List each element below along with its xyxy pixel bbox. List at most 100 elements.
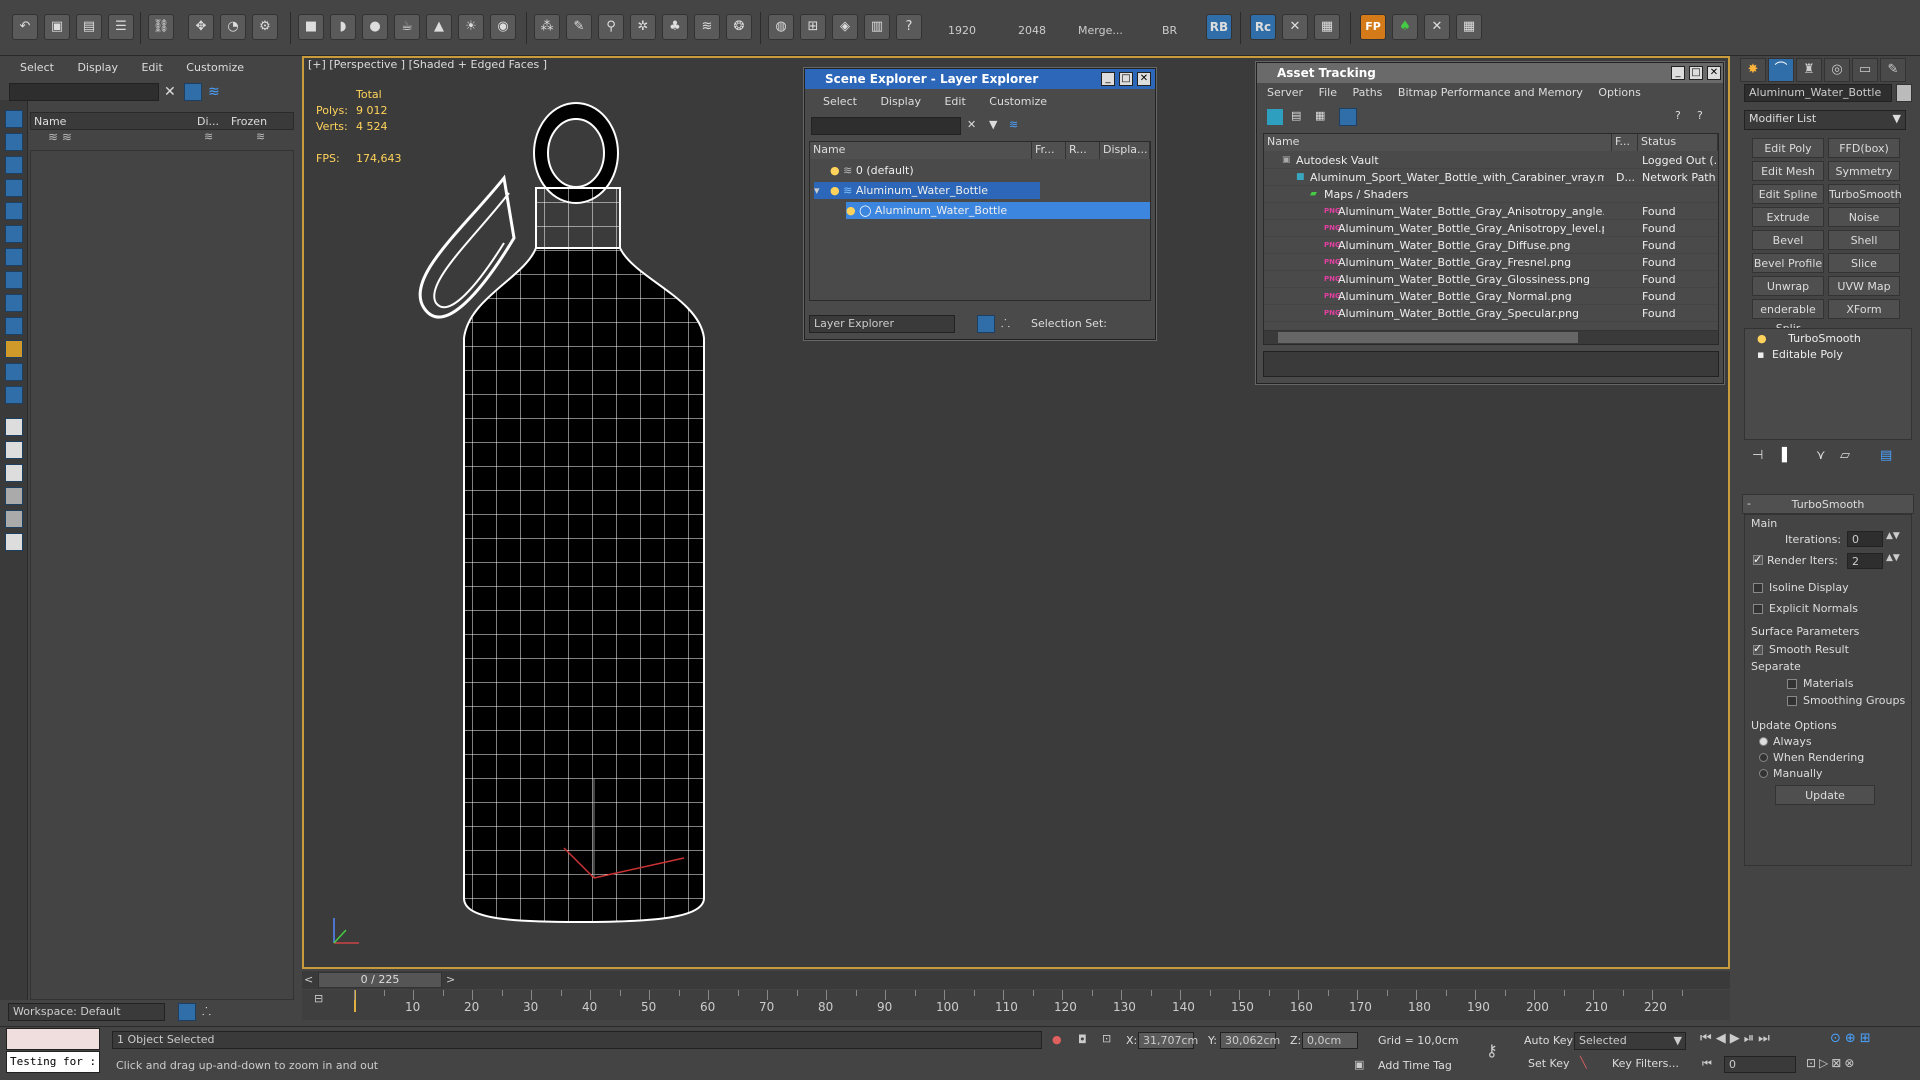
- prev-frame-icon[interactable]: <: [304, 973, 313, 986]
- thumb-view-icon[interactable]: ▦: [1315, 109, 1325, 122]
- asset-row[interactable]: ▰ Maps / Shaders: [1264, 186, 1718, 203]
- strip-light-icon[interactable]: [5, 271, 23, 289]
- se-filter-icon[interactable]: ▼: [989, 118, 997, 131]
- asset-row[interactable]: PNG Aluminum_Water_Bottle_Gray_Fresnel.pn…: [1264, 254, 1718, 271]
- always-radio[interactable]: [1759, 737, 1768, 746]
- utilities-tab-icon[interactable]: ✎: [1880, 58, 1906, 82]
- asset-row[interactable]: PNG Aluminum_Water_Bottle_Gray_Anisotropy…: [1264, 220, 1718, 237]
- lock-icon[interactable]: ◘: [1078, 1033, 1087, 1046]
- pin-stack-icon[interactable]: ⊣: [1752, 448, 1763, 463]
- maxscript-listener[interactable]: Testing for :: [6, 1051, 100, 1073]
- strip-hierarchy-icon[interactable]: [5, 179, 23, 197]
- bulb-icon[interactable]: ●: [846, 204, 856, 217]
- layer-manager-icon[interactable]: ☰: [108, 14, 134, 40]
- strip-layer-icon[interactable]: [5, 225, 23, 243]
- rc-button[interactable]: Rc: [1250, 14, 1276, 40]
- strip-sort-icon[interactable]: [5, 510, 23, 528]
- playback-controls[interactable]: ⏮◀▶⏯⏭: [1700, 1031, 1774, 1046]
- at-menu-file[interactable]: File: [1319, 86, 1337, 99]
- list-view-icon[interactable]: ▤: [1291, 109, 1301, 122]
- frame-indicator[interactable]: 0 / 225: [318, 972, 442, 988]
- layer-row-icon[interactable]: ≋ ≋: [48, 130, 72, 144]
- modifier-button[interactable]: Unwrap UVW: [1752, 276, 1824, 312]
- strip-page-icon[interactable]: [5, 441, 23, 459]
- br-button[interactable]: BR: [1162, 24, 1177, 37]
- se-col-display[interactable]: Displa...: [1100, 142, 1150, 159]
- x-coordinate-field[interactable]: 31,707cm: [1138, 1032, 1198, 1049]
- asset-row[interactable]: ■ Aluminum_Sport_Water_Bottle_with_Carabi…: [1264, 169, 1718, 186]
- se-menu-display[interactable]: Display: [880, 95, 921, 108]
- hemisphere-icon[interactable]: ◗: [330, 14, 356, 40]
- modifier-button[interactable]: XForm: [1828, 299, 1900, 319]
- manually-radio[interactable]: [1759, 769, 1768, 778]
- asset-tracking-window[interactable]: Asset Tracking _ □ ✕ Server File Paths B…: [1256, 62, 1724, 384]
- at-minimize-button[interactable]: _: [1671, 66, 1685, 80]
- strip-container-icon[interactable]: [5, 386, 23, 404]
- iterations-spinner[interactable]: 0: [1847, 531, 1883, 547]
- se-col-frozen[interactable]: Fr...: [1032, 142, 1066, 159]
- merge-button[interactable]: Merge...: [1078, 24, 1123, 37]
- close-button[interactable]: ✕: [1137, 72, 1151, 86]
- strip-xref-icon[interactable]: [5, 363, 23, 381]
- time-tag-icon[interactable]: ▣: [1354, 1058, 1364, 1071]
- box-icon[interactable]: ■: [298, 14, 324, 40]
- asset-row[interactable]: PNG Aluminum_Water_Bottle_Gray_Diffuse.pn…: [1264, 237, 1718, 254]
- display-layer-icon[interactable]: ≋: [204, 130, 213, 143]
- at-menu-server[interactable]: Server: [1267, 86, 1303, 99]
- key-icon[interactable]: ⚷: [1486, 1041, 1498, 1060]
- light-icon[interactable]: ☀: [458, 14, 484, 40]
- modifier-button[interactable]: UVW Map: [1828, 276, 1900, 296]
- tools-icon[interactable]: ✕: [1282, 14, 1308, 40]
- layer-explorer-dropdown[interactable]: Layer Explorer: [809, 315, 955, 333]
- strip-space-icon[interactable]: [5, 317, 23, 335]
- undo-icon[interactable]: ↶: [12, 14, 38, 40]
- modifier-button[interactable]: Symmetry: [1828, 161, 1900, 181]
- modifier-list-dropdown[interactable]: Modifier List ▼: [1744, 110, 1906, 130]
- smoothing-groups-checkbox[interactable]: [1787, 696, 1797, 706]
- asset-row[interactable]: PNG Aluminum_Water_Bottle_Gray_Normal.png…: [1264, 288, 1718, 305]
- se-layers-icon[interactable]: ≋: [1009, 118, 1018, 131]
- when-rendering-radio[interactable]: [1759, 753, 1768, 762]
- plant-icon[interactable]: ♣: [662, 14, 688, 40]
- bulb-icon[interactable]: ●: [830, 184, 840, 197]
- at-col-status[interactable]: Status: [1638, 134, 1718, 151]
- explorer-layer-icon[interactable]: [178, 1003, 196, 1021]
- menu-customize[interactable]: Customize: [186, 61, 244, 74]
- modifier-button[interactable]: Shell: [1828, 230, 1900, 250]
- angle-snap-icon[interactable]: ◔: [220, 14, 246, 40]
- viewport-tools-icons[interactable]: ⊡▷⊠⊗: [1806, 1056, 1857, 1070]
- scrollbar-thumb[interactable]: [1278, 332, 1578, 343]
- modifier-button[interactable]: Bevel: [1752, 230, 1824, 250]
- disc-icon[interactable]: ◉: [490, 14, 516, 40]
- wrench-icon[interactable]: ✕: [1424, 14, 1450, 40]
- at-menu-options[interactable]: Options: [1598, 86, 1640, 99]
- left-search-input[interactable]: [9, 83, 159, 101]
- explorer-hierarchy-icon[interactable]: ⸫: [202, 1004, 211, 1019]
- stack-item-editable-poly[interactable]: ▪ Editable Poly: [1745, 347, 1911, 362]
- tripod-icon[interactable]: ⚲: [598, 14, 624, 40]
- auto-key-button[interactable]: Auto Key: [1524, 1034, 1573, 1047]
- strip-helper-icon[interactable]: [5, 294, 23, 312]
- particles-icon[interactable]: ⁂: [534, 14, 560, 40]
- teapot-icon[interactable]: ☕: [394, 14, 420, 40]
- se-col-render[interactable]: R...: [1066, 142, 1100, 159]
- next-frame-icon[interactable]: >: [446, 973, 455, 986]
- expand-icon[interactable]: ▾: [814, 182, 820, 199]
- iterations-spinner-arrows[interactable]: ▲▼: [1886, 531, 1900, 541]
- strip-display-icon[interactable]: [5, 110, 23, 128]
- se-menu-customize[interactable]: Customize: [989, 95, 1047, 108]
- modifier-button[interactable]: Edit Spline: [1752, 184, 1824, 204]
- modifier-button[interactable]: Extrude: [1752, 207, 1824, 227]
- tree-row[interactable]: ● ◯ Aluminum_Water_Bottle: [846, 202, 1150, 219]
- stack-item-turbosmooth[interactable]: ● TurboSmooth: [1745, 331, 1911, 346]
- current-frame-field[interactable]: 0: [1724, 1056, 1796, 1073]
- show-end-result-icon[interactable]: ▌: [1782, 448, 1792, 463]
- gear-icon[interactable]: ✲: [630, 14, 656, 40]
- height-value[interactable]: 2048: [1018, 24, 1046, 37]
- modifier-button[interactable]: FFD(box): [1828, 138, 1900, 158]
- track-bar[interactable]: ⊟ 10 20 30 40 50 60 70 80 90 100 110 120 130 140 150 16…: [302, 990, 1730, 1020]
- se-hierarchy-mode-icon[interactable]: ⸫: [1001, 316, 1010, 331]
- help-icon[interactable]: ?: [896, 14, 922, 40]
- render-iters-spinner[interactable]: 2: [1847, 553, 1883, 569]
- motion-tab-icon[interactable]: ◎: [1824, 58, 1850, 82]
